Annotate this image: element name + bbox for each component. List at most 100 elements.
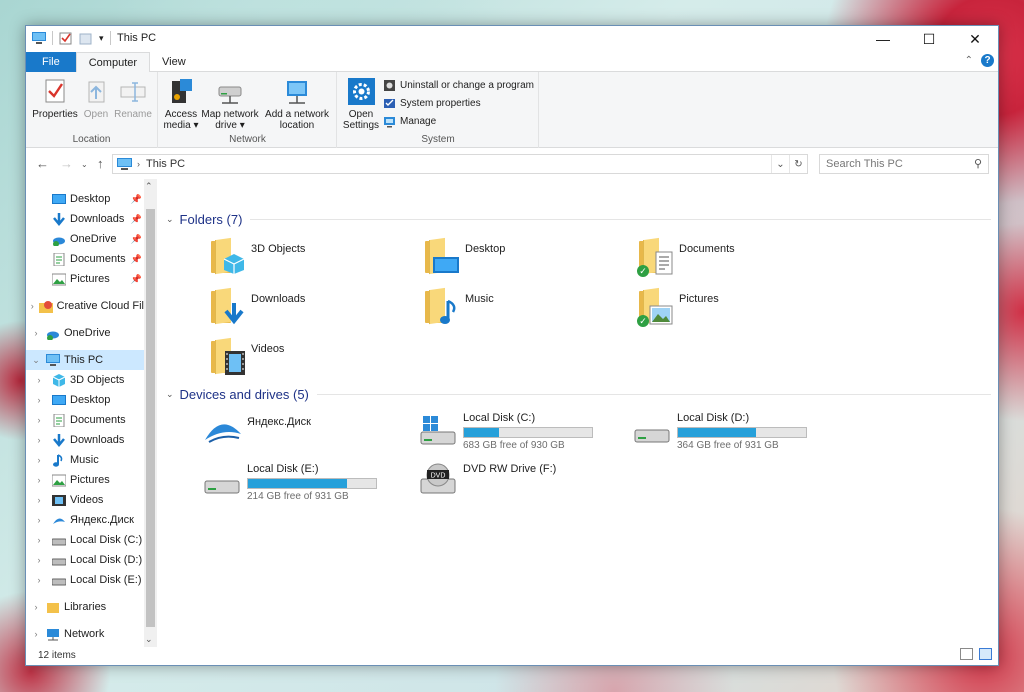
chevron-right-icon[interactable]: › [26,575,52,585]
open-settings-button[interactable]: Open Settings [342,77,380,131]
folder-documents[interactable]: ✓ Documents [637,237,735,277]
tab-view[interactable]: View [150,52,198,72]
drive-local-disk-d[interactable]: Local Disk (D:) 364 GB free of 931 GB [633,412,807,451]
refresh-icon[interactable]: ↻ [789,155,807,173]
chevron-down-icon[interactable]: ⌄ [26,355,46,366]
tab-file[interactable]: File [26,52,76,72]
back-arrow-icon[interactable]: ← [36,156,49,171]
chevron-right-icon[interactable]: › [26,395,52,405]
nav-item-downloads[interactable]: › Downloads [26,430,144,450]
chevron-down-icon[interactable]: ▾ [99,33,104,44]
nav-item-videos[interactable]: › Videos [26,490,144,510]
folder-music[interactable]: Music [423,287,494,327]
drive-yandex-disk[interactable]: Яндекс.Диск [203,416,311,452]
chevron-right-icon[interactable]: › [26,475,52,485]
nav-item-onedrive[interactable]: › OneDrive [26,323,144,343]
nav-item-yandex-disk[interactable]: › Яндекс.Диск [26,510,144,530]
nav-item-pictures[interactable]: › Pictures [26,470,144,490]
new-folder-icon[interactable] [79,32,93,45]
chevron-right-icon[interactable]: › [26,495,52,505]
chevron-right-icon[interactable]: › [26,602,46,612]
nav-scrollbar[interactable]: ⌃ ⌄ [144,179,157,647]
nav-item-network[interactable]: › Network [26,624,144,644]
forward-arrow-icon[interactable]: → [60,156,73,171]
chevron-down-icon[interactable]: ⌄ [166,214,174,225]
drive-usage-bar [247,478,377,489]
drive-dvd-rw[interactable]: DVD DVD RW Drive (F:) [419,463,556,499]
details-view-icon[interactable] [960,648,973,660]
nav-item-pictures-quick[interactable]: Pictures 📌 [26,269,144,289]
pin-icon[interactable]: 📌 [131,234,142,245]
chevron-right-icon[interactable]: › [26,435,52,445]
chevron-right-icon[interactable]: › [26,328,46,338]
scroll-up-icon[interactable]: ⌃ [145,181,153,192]
address-bar[interactable]: › This PC ⌄ ↻ [112,154,808,174]
open-button[interactable]: Open [81,77,111,120]
manage-button[interactable]: Manage [383,115,436,128]
large-icons-view-icon[interactable] [979,648,992,660]
scrollbar-thumb[interactable] [146,209,155,627]
nav-item-this-pc[interactable]: ⌄ This PC [26,350,144,370]
map-network-drive-button[interactable]: Map network drive ▾ [199,77,261,131]
chevron-right-icon[interactable]: › [26,555,52,565]
chevron-right-icon[interactable]: › [26,629,46,639]
chevron-right-icon[interactable]: › [26,455,52,465]
help-icon[interactable]: ? [981,54,994,67]
collapse-ribbon-icon[interactable]: ⌃ [965,55,973,66]
chevron-right-icon[interactable]: › [26,535,52,545]
breadcrumb[interactable]: This PC [146,158,185,170]
nav-item-libraries[interactable]: › Libraries [26,597,144,617]
scroll-down-icon[interactable]: ⌄ [145,634,153,645]
pin-icon[interactable]: 📌 [131,194,142,205]
nav-item-desktop-quick[interactable]: Desktop 📌 [26,189,144,209]
recent-locations-icon[interactable]: ⌄ [81,160,88,169]
search-input[interactable]: Search This PC ⚲ [819,154,989,174]
folder-3d-objects[interactable]: 3D Objects [209,237,305,277]
folder-pictures[interactable]: ✓ Pictures [637,287,719,327]
chevron-right-icon[interactable]: › [26,301,39,311]
address-dropdown-icon[interactable]: ⌄ [771,155,789,173]
drive-local-disk-e[interactable]: Local Disk (E:) 214 GB free of 931 GB [203,463,377,502]
nav-item-desktop[interactable]: › Desktop [26,390,144,410]
breadcrumb-separator-icon[interactable]: › [137,159,140,169]
chevron-down-icon[interactable]: ⌄ [166,389,174,400]
nav-item-music[interactable]: › Music [26,450,144,470]
nav-item-onedrive-quick[interactable]: OneDrive 📌 [26,229,144,249]
chevron-right-icon[interactable]: › [26,375,52,385]
chevron-right-icon[interactable]: › [26,515,52,525]
nav-item-documents[interactable]: › Documents [26,410,144,430]
nav-item-label: Network [64,628,105,640]
pictures-icon [52,474,66,486]
add-network-location-button[interactable]: Add a network location [263,77,331,131]
uninstall-program-button[interactable]: Uninstall or change a program [383,79,534,92]
drive-local-disk-c[interactable]: Local Disk (C:) 683 GB free of 930 GB [419,412,593,451]
nav-item-downloads-quick[interactable]: Downloads 📌 [26,209,144,229]
nav-item-3d-objects[interactable]: › 3D Objects [26,370,144,390]
nav-item-local-disk-e[interactable]: › Local Disk (E:) [26,570,144,590]
tab-computer[interactable]: Computer [75,52,151,73]
nav-item-local-disk-c[interactable]: › Local Disk (C:) [26,530,144,550]
maximize-button[interactable]: ☐ [906,26,952,52]
close-button[interactable]: ✕ [952,26,998,52]
folder-videos[interactable]: Videos [209,337,284,377]
folder-downloads[interactable]: Downloads [209,287,305,327]
nav-item-documents-quick[interactable]: Documents 📌 [26,249,144,269]
access-media-button[interactable]: Access media ▾ [163,77,199,131]
folders-section-header[interactable]: ⌄ Folders (7) [166,212,991,227]
folder-desktop[interactable]: Desktop [423,237,505,277]
properties-icon[interactable] [59,32,73,45]
chevron-right-icon[interactable]: › [26,415,52,425]
pin-icon[interactable]: 📌 [131,274,142,285]
rename-button[interactable]: Rename [114,77,152,120]
nav-item-local-disk-d[interactable]: › Local Disk (D:) [26,550,144,570]
devices-section-header[interactable]: ⌄ Devices and drives (5) [166,387,991,402]
downloads-icon [53,212,65,226]
up-arrow-icon[interactable]: ↑ [97,156,104,171]
pin-icon[interactable]: 📌 [131,214,142,225]
system-properties-button[interactable]: System properties [383,97,481,110]
properties-button[interactable]: Properties [32,77,78,120]
3d-objects-icon [223,254,245,274]
pin-icon[interactable]: 📌 [131,254,142,265]
nav-item-creative-cloud[interactable]: › Creative Cloud Fil [26,296,144,316]
minimize-button[interactable]: — [860,26,906,52]
